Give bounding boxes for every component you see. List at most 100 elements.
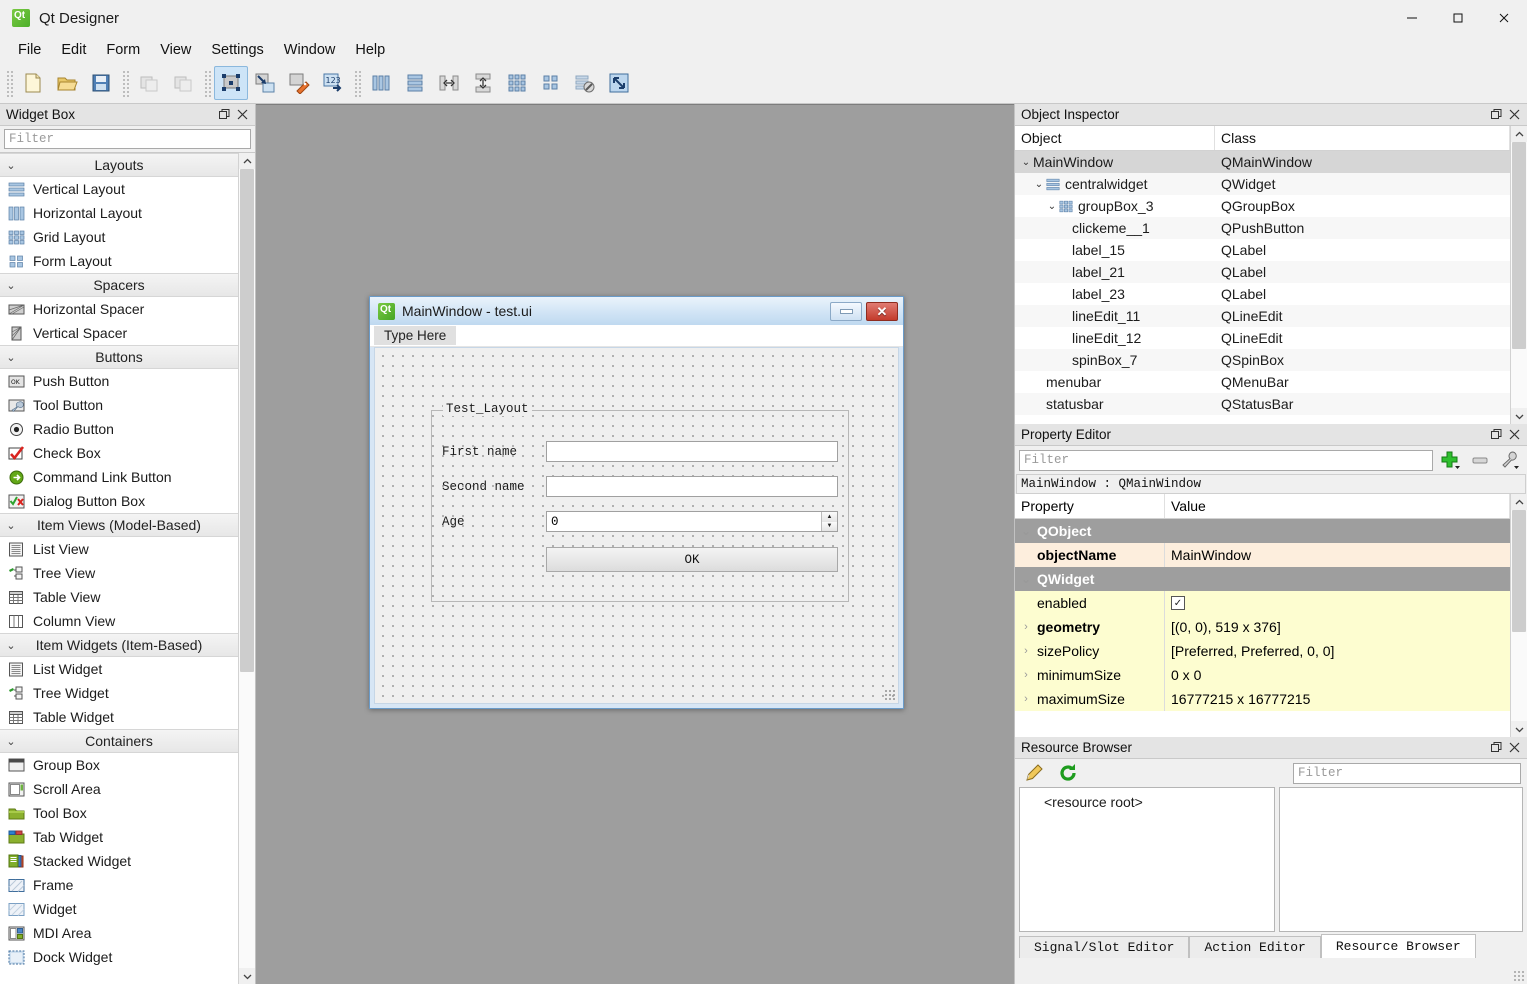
remove-dynamic-property-icon[interactable] — [1467, 448, 1493, 472]
widget-item-radio-button[interactable]: Radio Button — [0, 417, 238, 441]
object-inspector-row[interactable]: clickeme__1 QPushButton — [1015, 217, 1510, 239]
widget-item-mdi-area[interactable]: MDI Area — [0, 921, 238, 945]
input-second-name[interactable] — [546, 476, 838, 497]
toolbar-grip-2[interactable] — [121, 69, 129, 97]
toolbar-grip-4[interactable] — [353, 69, 361, 97]
property-row[interactable]: › maximumSize 16777215 x 16777215 — [1015, 687, 1510, 711]
widget-item-column-view[interactable]: Column View — [0, 609, 238, 633]
property-editor-scroll-track[interactable] — [1511, 510, 1527, 721]
chevron-right-icon[interactable]: › — [1015, 669, 1037, 681]
scroll-down-icon[interactable] — [1511, 408, 1527, 424]
reload-icon[interactable] — [1055, 761, 1081, 785]
object-inspector-row[interactable]: menubar QMenuBar — [1015, 371, 1510, 393]
spinbox-age[interactable]: 0 ▲ ▼ — [546, 511, 838, 532]
minimize-icon[interactable] — [830, 301, 862, 321]
object-inspector-row[interactable]: label_21 QLabel — [1015, 261, 1510, 283]
maximize-icon[interactable] — [1435, 0, 1481, 36]
widget-box-category-item-views-model-based[interactable]: ⌄ Item Views (Model-Based) — [0, 513, 238, 537]
chevron-down-icon[interactable]: ⌄ — [1015, 573, 1037, 586]
window-resize-grip[interactable] — [1513, 970, 1524, 981]
widget-box-scroll-thumb[interactable] — [240, 169, 254, 673]
widget-box-category-item-widgets-item-based[interactable]: ⌄ Item Widgets (Item-Based) — [0, 633, 238, 657]
scroll-down-icon[interactable] — [1511, 721, 1527, 737]
scroll-up-icon[interactable] — [1511, 126, 1527, 142]
open-form-icon[interactable] — [50, 66, 84, 100]
object-inspector-row[interactable]: spinBox_7 QSpinBox — [1015, 349, 1510, 371]
chevron-right-icon[interactable]: › — [1015, 621, 1037, 633]
minimize-icon[interactable] — [1389, 0, 1435, 36]
scroll-up-icon[interactable] — [239, 153, 255, 169]
widget-item-tree-widget[interactable]: Tree Widget — [0, 681, 238, 705]
widget-item-horizontal-spacer[interactable]: Horizontal Spacer — [0, 297, 238, 321]
layout-horizontally-icon[interactable] — [364, 66, 398, 100]
object-inspector-row[interactable]: ⌄ centralwidget QWidget — [1015, 173, 1510, 195]
menu-edit[interactable]: Edit — [51, 39, 96, 61]
close-icon[interactable] — [1505, 426, 1523, 444]
property-editor-table[interactable]: ⌄ QObject objectName MainWindow ⌄ QWidget enab… — [1015, 519, 1510, 737]
menu-settings[interactable]: Settings — [201, 39, 273, 61]
new-form-icon[interactable] — [16, 66, 50, 100]
widget-item-vertical-spacer[interactable]: Vertical Spacer — [0, 321, 238, 345]
menu-file[interactable]: File — [8, 39, 51, 61]
undock-icon[interactable] — [215, 106, 233, 124]
widget-item-horizontal-layout[interactable]: Horizontal Layout — [0, 201, 238, 225]
enabled-checkbox[interactable]: ✓ — [1171, 596, 1185, 610]
menu-view[interactable]: View — [150, 39, 201, 61]
object-inspector-row[interactable]: label_15 QLabel — [1015, 239, 1510, 261]
redo-icon[interactable] — [166, 66, 200, 100]
widget-item-stacked-widget[interactable]: Stacked Widget — [0, 849, 238, 873]
chevron-down-icon[interactable]: ⌄ — [1019, 157, 1033, 168]
widget-box-category-layouts[interactable]: ⌄ Layouts — [0, 153, 238, 177]
chevron-right-icon[interactable]: › — [1015, 645, 1037, 657]
object-inspector-row[interactable]: lineEdit_12 QLineEdit — [1015, 327, 1510, 349]
widget-box-category-buttons[interactable]: ⌄ Buttons — [0, 345, 238, 369]
edit-buddies-icon[interactable] — [282, 66, 316, 100]
widget-item-tree-view[interactable]: Tree View — [0, 561, 238, 585]
design-canvas[interactable]: MainWindow - test.ui ✕ Type Here Test_La… — [256, 104, 1014, 984]
widget-item-list-widget[interactable]: List Widget — [0, 657, 238, 681]
object-inspector-scroll-track[interactable] — [1511, 142, 1527, 408]
widget-box-scrollbar[interactable] — [238, 153, 255, 984]
widget-item-tool-box[interactable]: Tool Box — [0, 801, 238, 825]
property-row[interactable]: ⌄ QWidget — [1015, 567, 1510, 591]
widget-box-filter-input[interactable] — [4, 129, 251, 149]
widget-item-list-view[interactable]: List View — [0, 537, 238, 561]
widget-item-frame[interactable]: Frame — [0, 873, 238, 897]
form-central-widget[interactable]: Test_Layout First name Second name Age 0… — [374, 347, 899, 704]
menu-window[interactable]: Window — [274, 39, 346, 61]
object-inspector-scroll-thumb[interactable] — [1512, 142, 1526, 350]
adjust-size-icon[interactable] — [602, 66, 636, 100]
property-row[interactable]: objectName MainWindow — [1015, 543, 1510, 567]
spin-up-icon[interactable]: ▲ — [822, 512, 837, 522]
object-inspector-tree[interactable]: ⌄ MainWindow QMainWindow ⌄ centralwidget QWid… — [1015, 151, 1510, 424]
property-editor-scroll-thumb[interactable] — [1512, 510, 1526, 633]
widget-item-push-button[interactable]: OK Push Button — [0, 369, 238, 393]
spin-down-icon[interactable]: ▼ — [822, 521, 837, 531]
widget-item-command-link-button[interactable]: Command Link Button — [0, 465, 238, 489]
column-header-value[interactable]: Value — [1165, 494, 1510, 518]
property-row[interactable]: › geometry [(0, 0), 519 x 376] — [1015, 615, 1510, 639]
resource-browser-filter-input[interactable] — [1293, 762, 1521, 784]
widget-item-table-widget[interactable]: Table Widget — [0, 705, 238, 729]
edit-tab-order-icon[interactable]: 123 — [316, 66, 350, 100]
object-inspector-row[interactable]: label_23 QLabel — [1015, 283, 1510, 305]
spinbox-age-buttons[interactable]: ▲ ▼ — [821, 512, 837, 531]
property-row[interactable]: › minimumSize 0 x 0 — [1015, 663, 1510, 687]
close-icon[interactable] — [1481, 0, 1527, 36]
input-first-name[interactable] — [546, 441, 838, 462]
property-row[interactable]: ⌄ QObject — [1015, 519, 1510, 543]
undock-icon[interactable] — [1487, 739, 1505, 757]
object-inspector-row[interactable]: ⌄ MainWindow QMainWindow — [1015, 151, 1510, 173]
form-design-window[interactable]: MainWindow - test.ui ✕ Type Here Test_La… — [369, 296, 904, 709]
ok-button[interactable]: OK — [546, 547, 838, 572]
menu-help[interactable]: Help — [345, 39, 395, 61]
column-header-class[interactable]: Class — [1215, 126, 1510, 150]
tab-action-editor[interactable]: Action Editor — [1189, 936, 1321, 958]
edit-signals-slots-icon[interactable] — [248, 66, 282, 100]
toolbar-grip-3[interactable] — [203, 69, 211, 97]
chevron-right-icon[interactable]: › — [1015, 693, 1037, 705]
property-editor-filter-input[interactable] — [1019, 449, 1433, 471]
widget-item-grid-layout[interactable]: Grid Layout — [0, 225, 238, 249]
object-inspector-row[interactable]: statusbar QStatusBar — [1015, 393, 1510, 415]
property-editor-scrollbar[interactable] — [1510, 494, 1527, 737]
